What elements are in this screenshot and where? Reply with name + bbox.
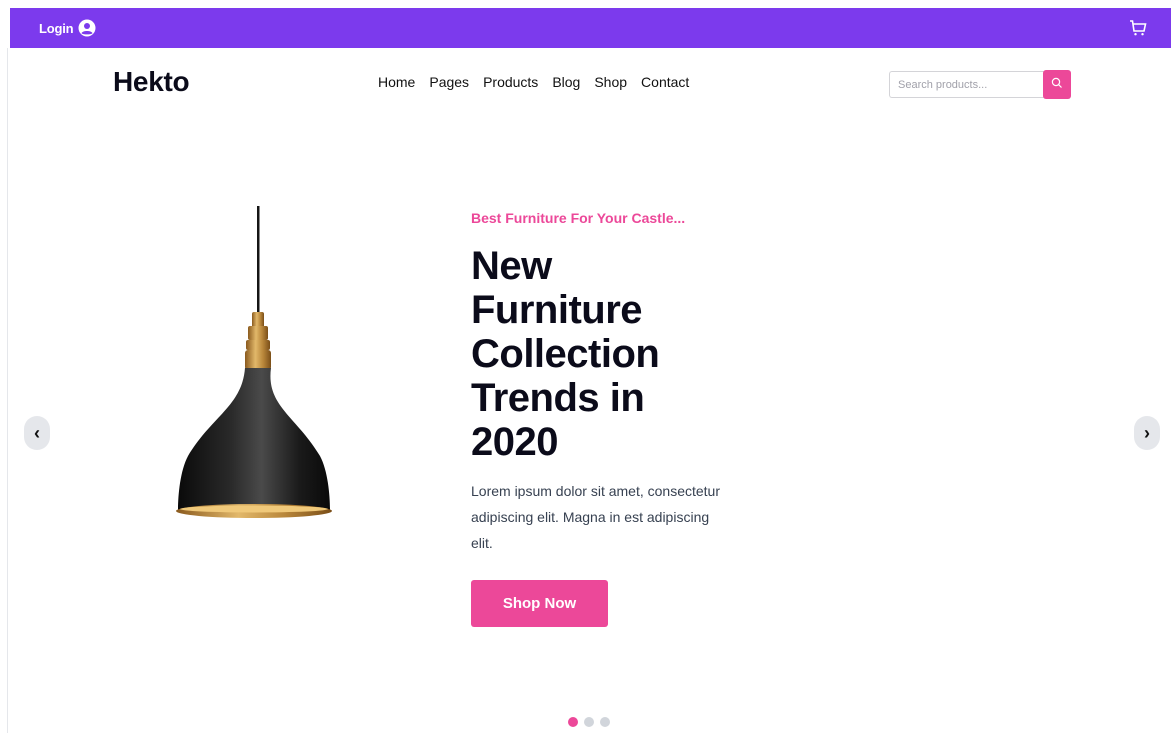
login-label: Login — [39, 20, 74, 36]
site-logo[interactable]: Hekto — [113, 66, 190, 98]
page-edge-line — [7, 48, 8, 733]
hero-title-line: Furniture — [471, 288, 643, 332]
nav-products[interactable]: Products — [483, 74, 538, 90]
hero-title-line: Trends in — [471, 376, 645, 420]
nav-contact[interactable]: Contact — [641, 74, 689, 90]
login-link[interactable]: Login — [39, 19, 96, 37]
carousel-next-button[interactable]: › — [1134, 416, 1160, 450]
hero-title-line: 2020 — [471, 420, 558, 464]
pendant-lamp-image — [172, 206, 336, 522]
nav-blog[interactable]: Blog — [552, 74, 580, 90]
hero-content: Best Furniture For Your Castle... New Fu… — [471, 210, 751, 627]
shop-now-button[interactable]: Shop Now — [471, 580, 608, 627]
main-header: Hekto Home Pages Products Blog Shop Cont… — [0, 48, 1171, 118]
carousel-dot[interactable] — [584, 717, 594, 727]
nav-pages[interactable]: Pages — [429, 74, 469, 90]
nav-shop[interactable]: Shop — [594, 74, 627, 90]
chevron-left-icon: ‹ — [34, 422, 40, 443]
hero-title-line: New — [471, 244, 552, 288]
carousel-dot[interactable] — [568, 717, 578, 727]
carousel-prev-button[interactable]: ‹ — [24, 416, 50, 450]
hero-description: Lorem ipsum dolor sit amet, consectetur … — [471, 483, 720, 551]
main-nav: Home Pages Products Blog Shop Contact — [378, 74, 689, 90]
top-bar: Login — [10, 8, 1171, 48]
chevron-right-icon: › — [1144, 422, 1150, 443]
user-circle-icon — [78, 19, 96, 37]
search-icon — [1051, 76, 1063, 94]
cart-icon[interactable] — [1129, 19, 1147, 37]
hero-title-line: Collection — [471, 332, 660, 376]
carousel-dot[interactable] — [600, 717, 610, 727]
hero-subtitle: Best Furniture For Your Castle... — [471, 210, 686, 226]
carousel-dots — [568, 717, 610, 727]
hero-title: New Furniture Collection Trends in 2020 — [471, 244, 751, 464]
search-button[interactable] — [1043, 70, 1071, 99]
search-input[interactable] — [889, 71, 1044, 98]
search-bar — [889, 70, 1071, 99]
nav-home[interactable]: Home — [378, 74, 415, 90]
